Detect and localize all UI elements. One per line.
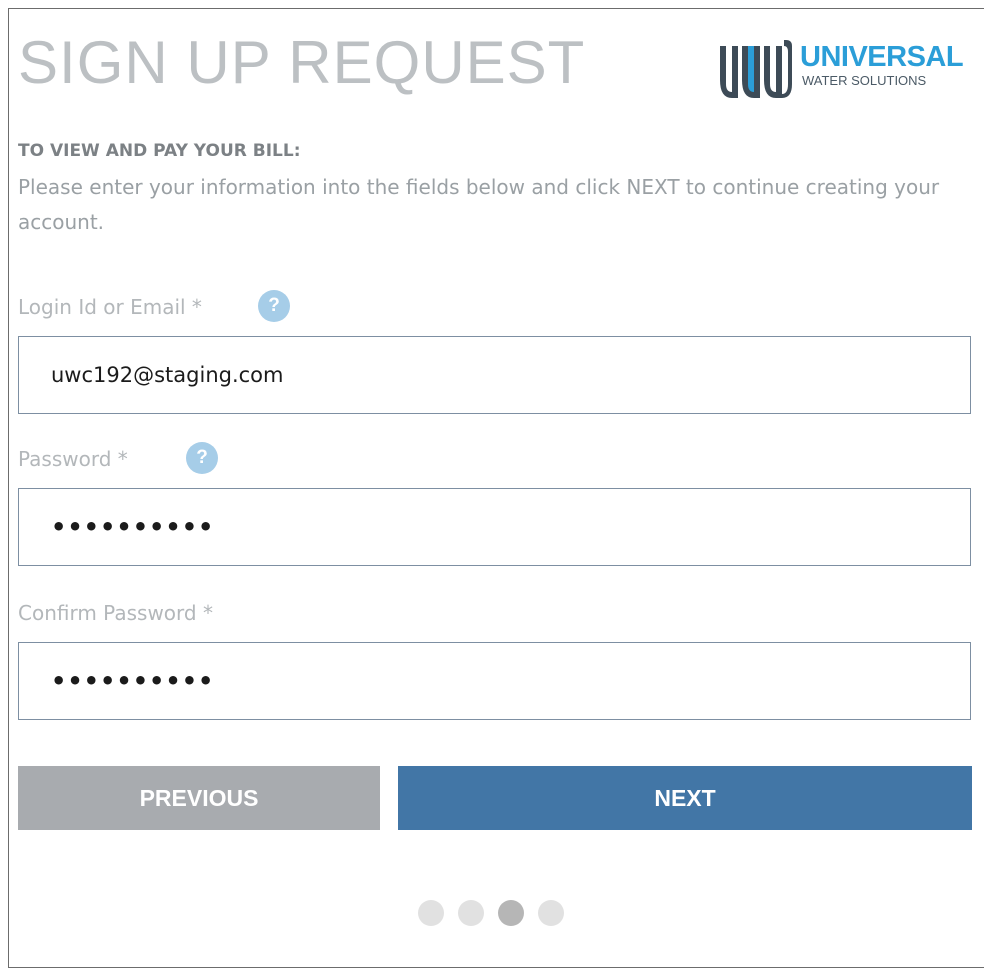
page-title: SIGN UP REQUEST	[18, 29, 586, 96]
login-label: Login Id or Email *	[18, 295, 202, 319]
password-label: Password *	[18, 447, 128, 471]
previous-button[interactable]: PREVIOUS	[18, 766, 380, 830]
logo-mark-icon	[720, 40, 792, 98]
step-dot	[418, 900, 444, 926]
step-indicator	[418, 900, 578, 926]
login-value: uwc192@staging.com	[51, 363, 284, 387]
confirm-password-field[interactable]: ••••••••••	[18, 642, 971, 720]
password-field[interactable]: ••••••••••	[18, 488, 971, 566]
intro-heading: TO VIEW AND PAY YOUR BILL:	[18, 141, 301, 161]
step-dot	[538, 900, 564, 926]
logo-name: UNIVERSAL	[800, 41, 964, 73]
password-help-icon[interactable]: ?	[186, 442, 218, 474]
step-dot	[458, 900, 484, 926]
login-help-icon[interactable]: ?	[258, 290, 290, 322]
login-field[interactable]: uwc192@staging.com	[18, 336, 971, 414]
next-button[interactable]: NEXT	[398, 766, 972, 830]
logo-tagline: WATER SOLUTIONS	[802, 73, 927, 88]
step-dot	[498, 900, 524, 926]
company-logo: UNIVERSAL WATER SOLUTIONS	[718, 40, 964, 102]
password-value: ••••••••••	[51, 513, 215, 541]
confirm-password-value: ••••••••••	[51, 667, 215, 695]
intro-text: Please enter your information into the f…	[18, 175, 940, 234]
confirm-password-label: Confirm Password *	[18, 601, 213, 625]
